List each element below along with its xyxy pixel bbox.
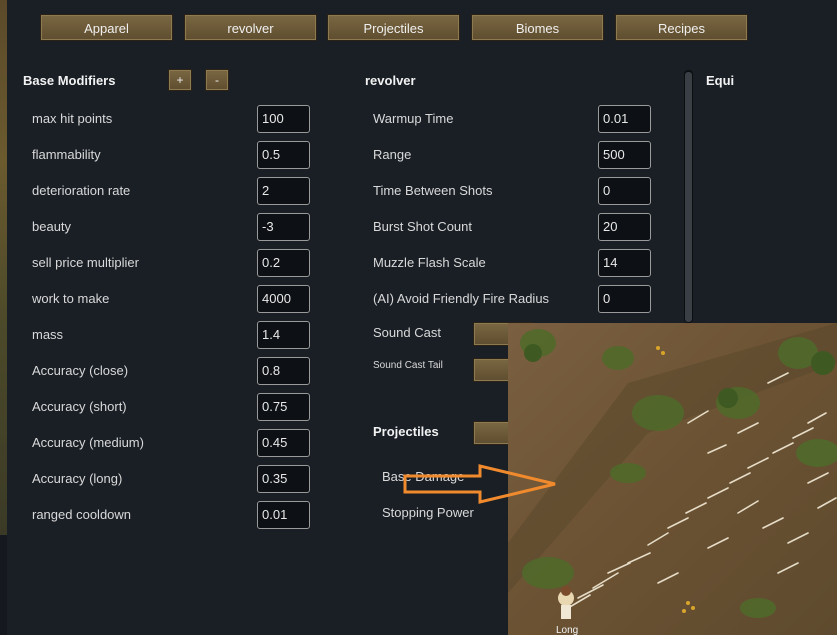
base-modifier-label: Accuracy (medium) <box>32 435 144 450</box>
equip-title: Equi <box>706 73 735 88</box>
base-modifier-field[interactable]: 0.01 <box>257 501 310 529</box>
weapon-stat-label: Muzzle Flash Scale <box>373 255 486 270</box>
weapon-stat-field[interactable]: 0 <box>598 285 651 313</box>
base-modifier-label: beauty <box>32 219 72 234</box>
sound-cast-tail-label: Sound Cast Tail <box>373 360 443 371</box>
weapon-stat-field[interactable]: 0 <box>598 177 651 205</box>
base-modifier-label: deterioration rate <box>32 183 131 198</box>
sound-cast-label: Sound Cast <box>373 325 441 340</box>
base-modifier-field[interactable]: 4000 <box>257 285 310 313</box>
pawn-name-label: Long <box>556 625 579 635</box>
game-preview-image: Long <box>508 323 837 635</box>
base-modifier-label: sell price multiplier <box>32 255 139 270</box>
projectiles-title: Projectiles <box>373 424 439 439</box>
remove-modifier-button[interactable]: - <box>205 69 229 91</box>
tab-revolver[interactable]: revolver <box>184 14 317 41</box>
tab-projectiles[interactable]: Projectiles <box>327 14 460 41</box>
game-scene <box>508 323 837 635</box>
base-modifier-label: Accuracy (close) <box>32 363 129 378</box>
add-modifier-button[interactable]: + <box>168 69 192 91</box>
base-modifier-label: Accuracy (long) <box>32 471 123 486</box>
base-modifier-field[interactable]: 0.2 <box>257 249 310 277</box>
base-modifier-label: ranged cooldown <box>32 507 132 522</box>
base-modifier-label: Accuracy (short) <box>32 399 127 414</box>
weapon-stat-field[interactable]: 14 <box>598 249 651 277</box>
base-modifier-label: max hit points <box>32 111 113 126</box>
weapon-stat-label: Time Between Shots <box>373 183 493 198</box>
scrollbar-thumb[interactable] <box>685 72 692 322</box>
base-modifier-field[interactable]: 0.75 <box>257 393 310 421</box>
base-modifier-label: mass <box>32 327 64 342</box>
weapon-stat-field[interactable]: 500 <box>598 141 651 169</box>
base-modifier-field[interactable]: -3 <box>257 213 310 241</box>
weapon-stat-field[interactable]: 20 <box>598 213 651 241</box>
tab-recipes[interactable]: Recipes <box>615 14 748 41</box>
stopping-power-label: Stopping Power <box>382 505 474 520</box>
base-modifier-field[interactable]: 0.8 <box>257 357 310 385</box>
weapon-stat-label: (AI) Avoid Friendly Fire Radius <box>373 291 550 306</box>
base-damage-label: Base Damage <box>382 469 465 484</box>
base-modifier-field[interactable]: 100 <box>257 105 310 133</box>
weapon-stat-field[interactable]: 0.01 <box>598 105 651 133</box>
base-modifiers-title: Base Modifiers <box>23 73 116 88</box>
base-modifier-label: work to make <box>32 291 110 306</box>
base-modifier-field[interactable]: 1.4 <box>257 321 310 349</box>
weapon-title: revolver <box>365 73 416 88</box>
scrollbar[interactable] <box>684 70 693 323</box>
base-modifier-label: flammability <box>32 147 101 162</box>
base-modifier-field[interactable]: 2 <box>257 177 310 205</box>
base-modifier-field[interactable]: 0.45 <box>257 429 310 457</box>
tab-biomes[interactable]: Biomes <box>471 14 604 41</box>
base-modifier-field[interactable]: 0.5 <box>257 141 310 169</box>
left-edge-strip <box>0 0 7 535</box>
tab-apparel[interactable]: Apparel <box>40 14 173 41</box>
base-modifier-field[interactable]: 0.35 <box>257 465 310 493</box>
weapon-stat-label: Warmup Time <box>373 111 454 126</box>
weapon-stat-label: Burst Shot Count <box>373 219 472 234</box>
weapon-stat-label: Range <box>373 147 412 162</box>
